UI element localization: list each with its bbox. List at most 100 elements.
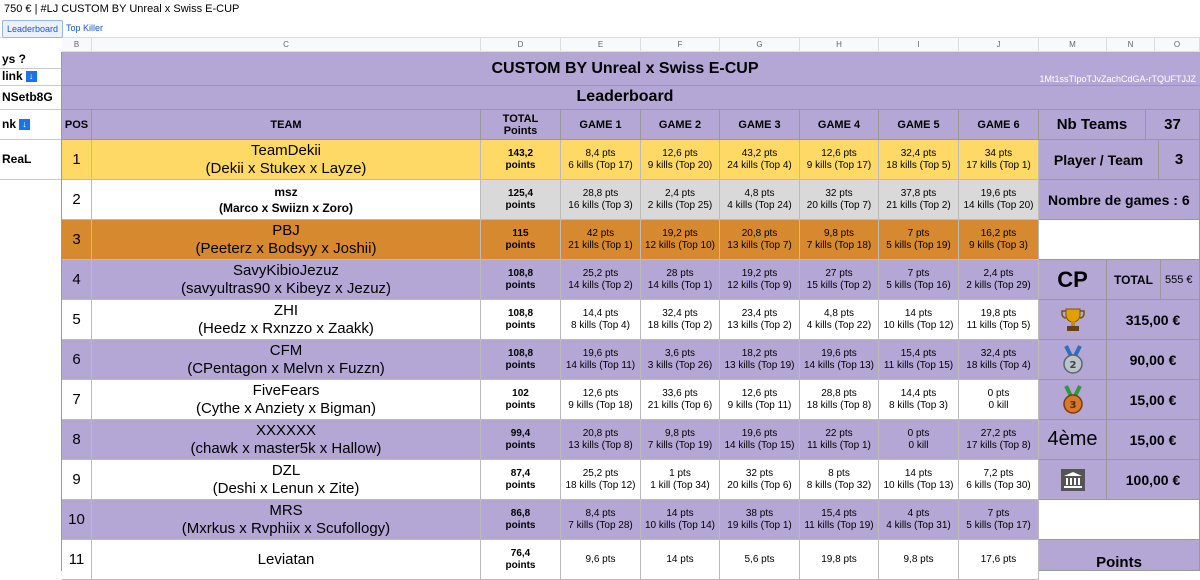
pos-cell[interactable]: 7 [62, 380, 92, 420]
game-3-cell[interactable]: 4,8 pts 4 kills (Top 24) [720, 180, 800, 220]
game-1-cell[interactable]: 25,2 pts 18 kills (Top 12) [561, 460, 641, 500]
pos-cell[interactable]: 5 [62, 300, 92, 340]
pos-cell[interactable]: 8 [62, 420, 92, 460]
total-cell[interactable]: 87,4 points [481, 460, 561, 500]
game-1-cell[interactable]: 42 pts 21 kills (Top 1) [561, 220, 641, 260]
tab-top-killer[interactable]: Top Killer [62, 20, 107, 36]
column-header-c[interactable]: C [92, 38, 481, 52]
total-cell[interactable]: 99,4 points [481, 420, 561, 460]
game-6-cell[interactable]: 32,4 pts 18 kills (Top 4) [959, 340, 1039, 380]
game-6-cell[interactable]: 16,2 pts 9 kills (Top 3) [959, 220, 1039, 260]
game-1-cell[interactable]: 19,6 pts 14 kills (Top 11) [561, 340, 641, 380]
game-5-cell[interactable]: 32,4 pts 18 kills (Top 5) [879, 140, 959, 180]
team-cell[interactable]: ZHI (Heedz x Rxnzzo x Zaakk) [92, 300, 481, 340]
tab-leaderboard[interactable]: Leaderboard [2, 20, 64, 38]
game-4-cell[interactable]: 22 pts 11 kills (Top 1) [800, 420, 879, 460]
team-cell[interactable]: SavyKibioJezuz (savyultras90 x Kibeyz x J… [92, 260, 481, 300]
game-1-cell[interactable]: 8,4 pts 6 kills (Top 17) [561, 140, 641, 180]
total-cell[interactable]: 108,8 points [481, 300, 561, 340]
column-header-e[interactable]: E [561, 38, 641, 52]
game-5-cell[interactable]: 9,8 pts [879, 540, 959, 580]
team-cell[interactable]: MRS (Mxrkus x Rvphiix x Scufollogy) [92, 500, 481, 540]
column-header-g[interactable]: G [720, 38, 800, 52]
pos-cell[interactable]: 3 [62, 220, 92, 260]
game-1-cell[interactable]: 25,2 pts 14 kills (Top 2) [561, 260, 641, 300]
team-cell[interactable]: CFM (CPentagon x Melvn x Fuzzn) [92, 340, 481, 380]
game-2-cell[interactable]: 12,6 pts 9 kills (Top 20) [641, 140, 720, 180]
download-icon[interactable]: ↓ [19, 119, 31, 131]
game-4-cell[interactable]: 28,8 pts 18 kills (Top 8) [800, 380, 879, 420]
game-6-cell[interactable]: 27,2 pts 17 kills (Top 8) [959, 420, 1039, 460]
game-5-cell[interactable]: 7 pts 5 kills (Top 16) [879, 260, 959, 300]
team-cell[interactable]: Leviatan [92, 540, 481, 580]
game-4-cell[interactable]: 8 pts 8 kills (Top 32) [800, 460, 879, 500]
team-cell[interactable]: msz (Marco x Swiizn x Zoro) [92, 180, 481, 220]
column-header-m[interactable]: M [1039, 38, 1107, 52]
game-3-cell[interactable]: 12,6 pts 9 kills (Top 11) [720, 380, 800, 420]
game-2-cell[interactable]: 32,4 pts 18 kills (Top 2) [641, 300, 720, 340]
game-4-cell[interactable]: 32 pts 20 kills (Top 7) [800, 180, 879, 220]
game-3-cell[interactable]: 18,2 pts 13 kills (Top 19) [720, 340, 800, 380]
game-2-cell[interactable]: 9,8 pts 7 kills (Top 19) [641, 420, 720, 460]
game-2-cell[interactable]: 14 pts [641, 540, 720, 580]
pos-cell[interactable]: 2 [62, 180, 92, 220]
team-cell[interactable]: FiveFears (Cythe x Anziety x Bigman) [92, 380, 481, 420]
game-4-cell[interactable]: 15,4 pts 11 kills (Top 19) [800, 500, 879, 540]
game-6-cell[interactable]: 0 pts 0 kill [959, 380, 1039, 420]
game-3-cell[interactable]: 43,2 pts 24 kills (Top 4) [720, 140, 800, 180]
game-3-cell[interactable]: 20,8 pts 13 kills (Top 7) [720, 220, 800, 260]
game-2-cell[interactable]: 28 pts 14 kills (Top 1) [641, 260, 720, 300]
total-cell[interactable]: 108,8 points [481, 340, 561, 380]
game-1-cell[interactable]: 14,4 pts 8 kills (Top 4) [561, 300, 641, 340]
game-6-cell[interactable]: 2,4 pts 2 kills (Top 29) [959, 260, 1039, 300]
game-5-cell[interactable]: 4 pts 4 kills (Top 31) [879, 500, 959, 540]
total-cell[interactable]: 76,4 points [481, 540, 561, 580]
total-cell[interactable]: 102 points [481, 380, 561, 420]
pos-cell[interactable]: 11 [62, 540, 92, 580]
pos-cell[interactable]: 10 [62, 500, 92, 540]
total-cell[interactable]: 143,2 points [481, 140, 561, 180]
pos-cell[interactable]: 1 [62, 140, 92, 180]
game-5-cell[interactable]: 7 pts 5 kills (Top 19) [879, 220, 959, 260]
total-cell[interactable]: 125,4 points [481, 180, 561, 220]
game-4-cell[interactable]: 19,8 pts [800, 540, 879, 580]
pos-cell[interactable]: 4 [62, 260, 92, 300]
game-6-cell[interactable]: 7,2 pts 6 kills (Top 30) [959, 460, 1039, 500]
game-3-cell[interactable]: 5,6 pts [720, 540, 800, 580]
game-4-cell[interactable]: 12,6 pts 9 kills (Top 17) [800, 140, 879, 180]
left-cell-4[interactable]: nk ↓ [0, 110, 62, 140]
game-2-cell[interactable]: 14 pts 10 kills (Top 14) [641, 500, 720, 540]
column-header-f[interactable]: F [641, 38, 720, 52]
game-1-cell[interactable]: 12,6 pts 9 kills (Top 18) [561, 380, 641, 420]
game-6-cell[interactable]: 19,8 pts 11 kills (Top 5) [959, 300, 1039, 340]
game-2-cell[interactable]: 19,2 pts 12 kills (Top 10) [641, 220, 720, 260]
game-4-cell[interactable]: 19,6 pts 14 kills (Top 13) [800, 340, 879, 380]
column-header-j[interactable]: J [959, 38, 1039, 52]
pos-cell[interactable]: 6 [62, 340, 92, 380]
game-5-cell[interactable]: 37,8 pts 21 kills (Top 2) [879, 180, 959, 220]
game-5-cell[interactable]: 14 pts 10 kills (Top 13) [879, 460, 959, 500]
column-header-d[interactable]: D [481, 38, 561, 52]
total-cell[interactable]: 115 points [481, 220, 561, 260]
game-2-cell[interactable]: 33,6 pts 21 kills (Top 6) [641, 380, 720, 420]
total-cell[interactable]: 86,8 points [481, 500, 561, 540]
game-4-cell[interactable]: 4,8 pts 4 kills (Top 22) [800, 300, 879, 340]
team-cell[interactable]: TeamDekii (Dekii x Stukex x Layze) [92, 140, 481, 180]
game-5-cell[interactable]: 0 pts 0 kill [879, 420, 959, 460]
game-1-cell[interactable]: 28,8 pts 16 kills (Top 3) [561, 180, 641, 220]
game-3-cell[interactable]: 19,6 pts 14 kills (Top 15) [720, 420, 800, 460]
game-1-cell[interactable]: 9,6 pts [561, 540, 641, 580]
game-6-cell[interactable]: 17,6 pts [959, 540, 1039, 580]
total-cell[interactable]: 108,8 points [481, 260, 561, 300]
game-1-cell[interactable]: 20,8 pts 13 kills (Top 8) [561, 420, 641, 460]
game-5-cell[interactable]: 14,4 pts 8 kills (Top 3) [879, 380, 959, 420]
team-cell[interactable]: DZL (Deshi x Lenun x Zite) [92, 460, 481, 500]
team-cell[interactable]: PBJ (Peeterz x Bodsyy x Joshii) [92, 220, 481, 260]
game-6-cell[interactable]: 7 pts 5 kills (Top 17) [959, 500, 1039, 540]
pos-cell[interactable]: 9 [62, 460, 92, 500]
game-3-cell[interactable]: 23,4 pts 13 kills (Top 2) [720, 300, 800, 340]
game-3-cell[interactable]: 38 pts 19 kills (Top 1) [720, 500, 800, 540]
column-header-o[interactable]: O [1155, 38, 1200, 52]
game-2-cell[interactable]: 2,4 pts 2 kills (Top 25) [641, 180, 720, 220]
game-2-cell[interactable]: 3,6 pts 3 kills (Top 26) [641, 340, 720, 380]
